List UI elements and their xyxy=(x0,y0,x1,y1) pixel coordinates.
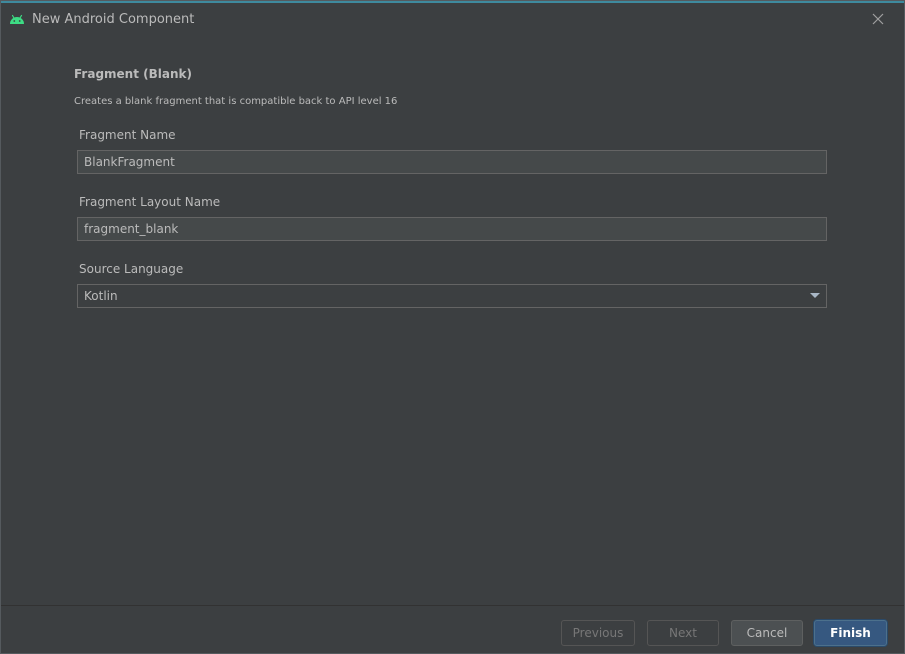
title-bar[interactable]: New Android Component xyxy=(1,1,904,37)
new-android-component-dialog: New Android Component Fragment (Blank) C… xyxy=(0,0,905,654)
template-heading: Fragment (Blank) xyxy=(74,67,192,81)
source-language-value: Kotlin xyxy=(84,289,118,303)
source-language-label: Source Language xyxy=(79,262,184,276)
layout-name-input[interactable] xyxy=(77,217,827,241)
fragment-name-label: Fragment Name xyxy=(79,128,176,142)
chevron-down-icon xyxy=(810,293,820,298)
next-button[interactable]: Next xyxy=(647,620,719,646)
finish-button[interactable]: Finish xyxy=(814,620,887,646)
wizard-content: Fragment (Blank) Creates a blank fragmen… xyxy=(1,37,904,605)
cancel-button[interactable]: Cancel xyxy=(731,620,803,646)
dialog-footer: Previous Next Cancel Finish xyxy=(1,605,904,653)
template-description: Creates a blank fragment that is compati… xyxy=(74,96,398,107)
close-icon[interactable] xyxy=(868,9,888,29)
fragment-name-input[interactable] xyxy=(77,150,827,174)
previous-button[interactable]: Previous xyxy=(561,620,635,646)
android-icon xyxy=(10,14,24,24)
layout-name-label: Fragment Layout Name xyxy=(79,195,221,209)
source-language-select[interactable]: Kotlin xyxy=(77,284,827,308)
window-title: New Android Component xyxy=(32,12,195,27)
